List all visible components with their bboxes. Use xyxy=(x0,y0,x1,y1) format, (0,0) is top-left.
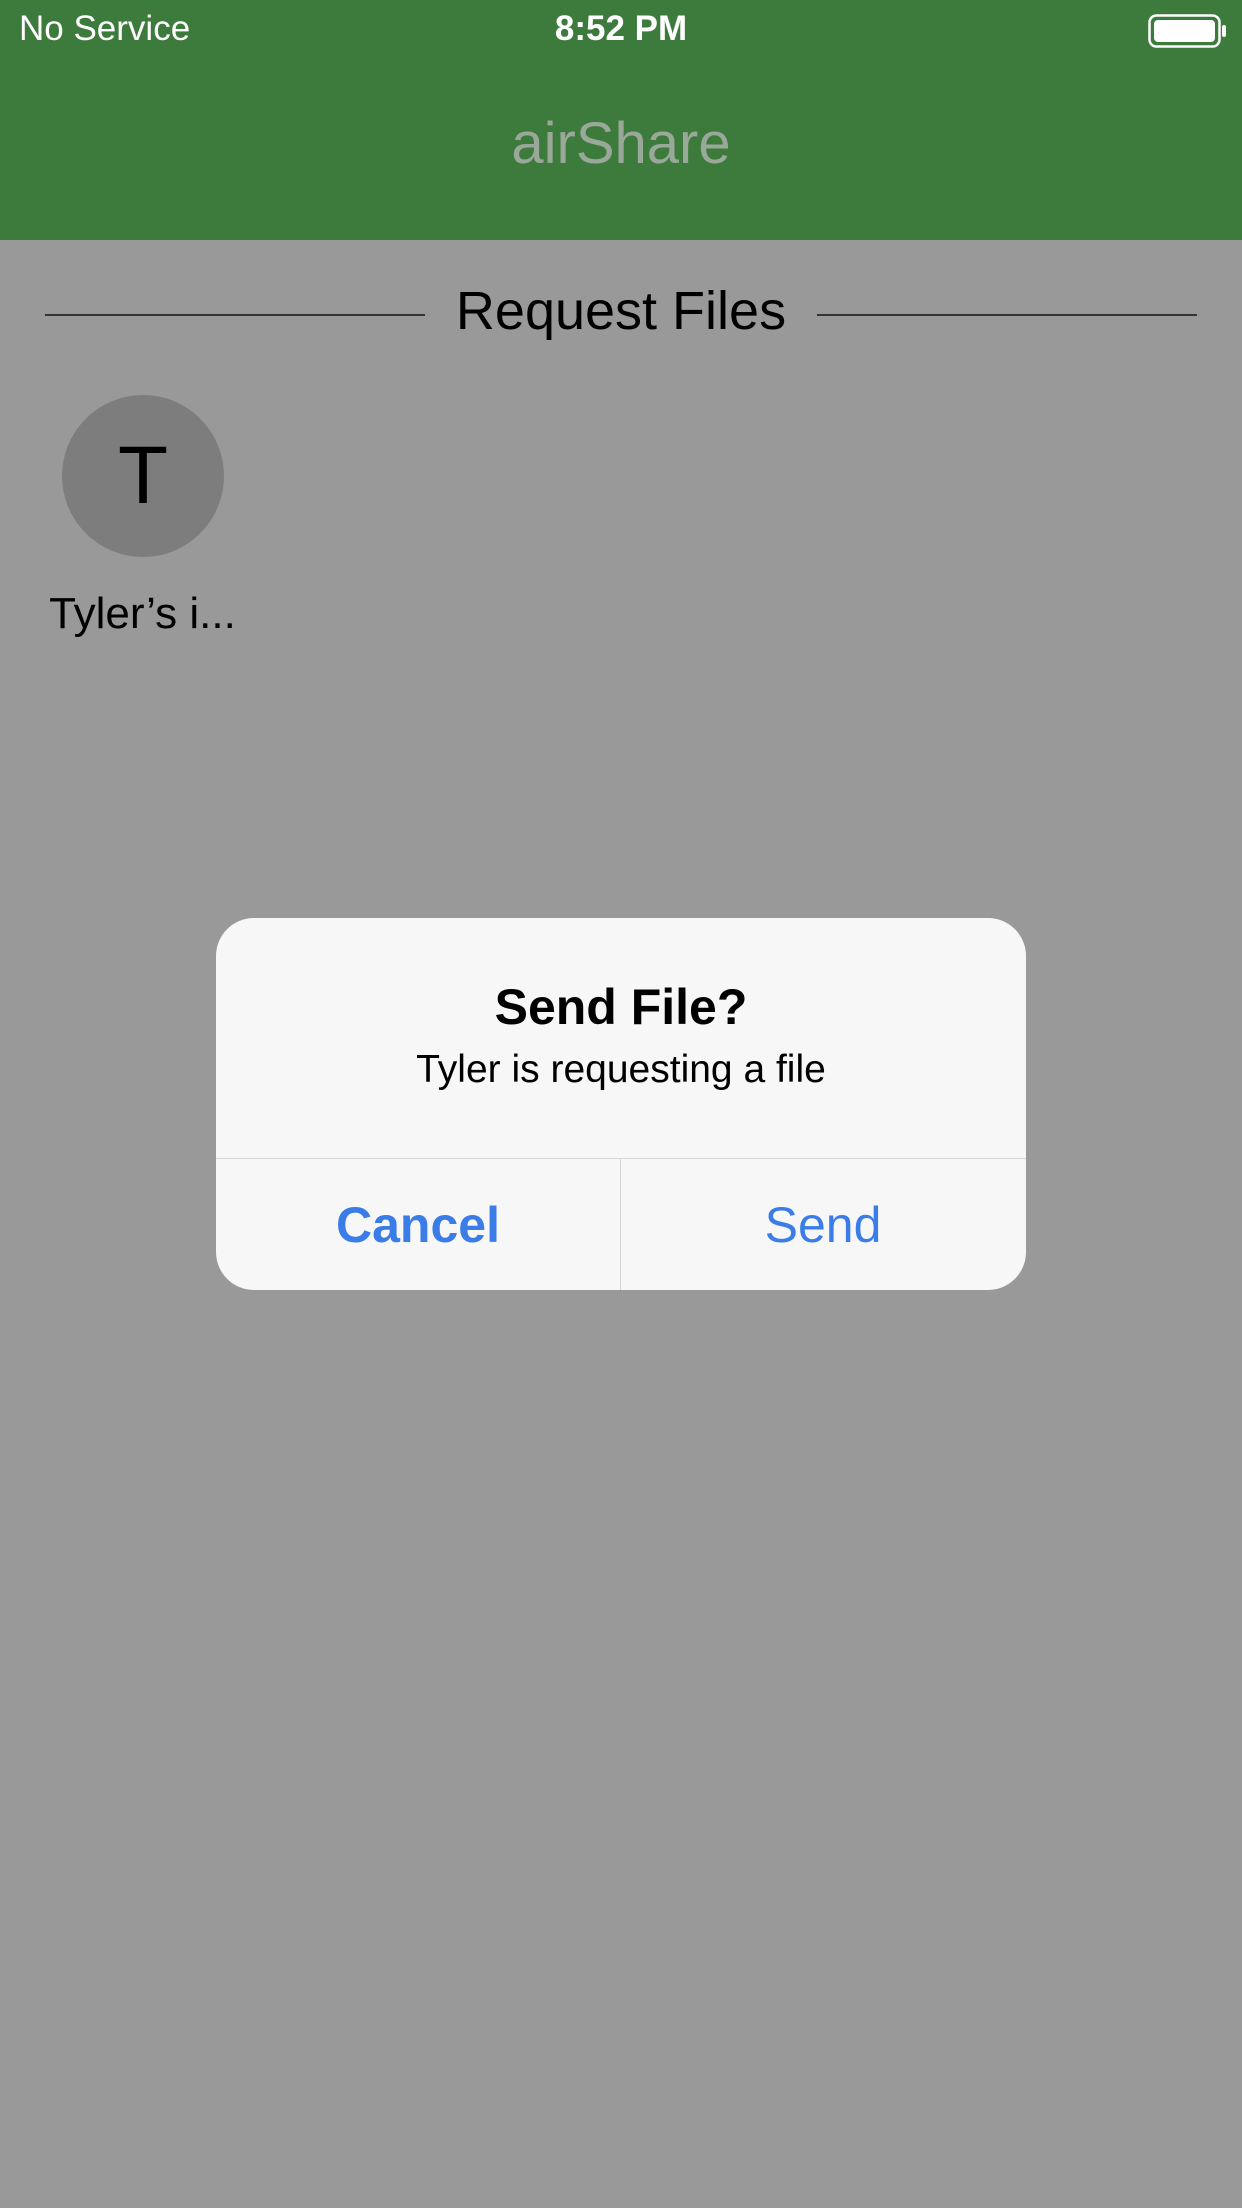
send-file-alert: Send File? Tyler is requesting a file Ca… xyxy=(216,918,1026,1290)
app-title: airShare xyxy=(511,111,731,176)
alert-title: Send File? xyxy=(494,979,748,1035)
peer-item[interactable]: T Tyler’s i... xyxy=(40,395,245,639)
battery-full-icon xyxy=(1148,14,1226,48)
section-header: Request Files xyxy=(45,280,1197,350)
status-bar: No Service 8:52 PM xyxy=(0,0,1242,60)
avatar[interactable]: T xyxy=(62,395,224,557)
alert-message: Tyler is requesting a file xyxy=(416,1048,826,1091)
cancel-button[interactable]: Cancel xyxy=(216,1159,620,1290)
divider-line xyxy=(817,314,1197,316)
send-button[interactable]: Send xyxy=(621,1159,1025,1290)
peer-name-label: Tyler’s i... xyxy=(49,589,236,638)
section-title: Request Files xyxy=(455,281,787,341)
status-time: 8:52 PM xyxy=(554,9,688,48)
